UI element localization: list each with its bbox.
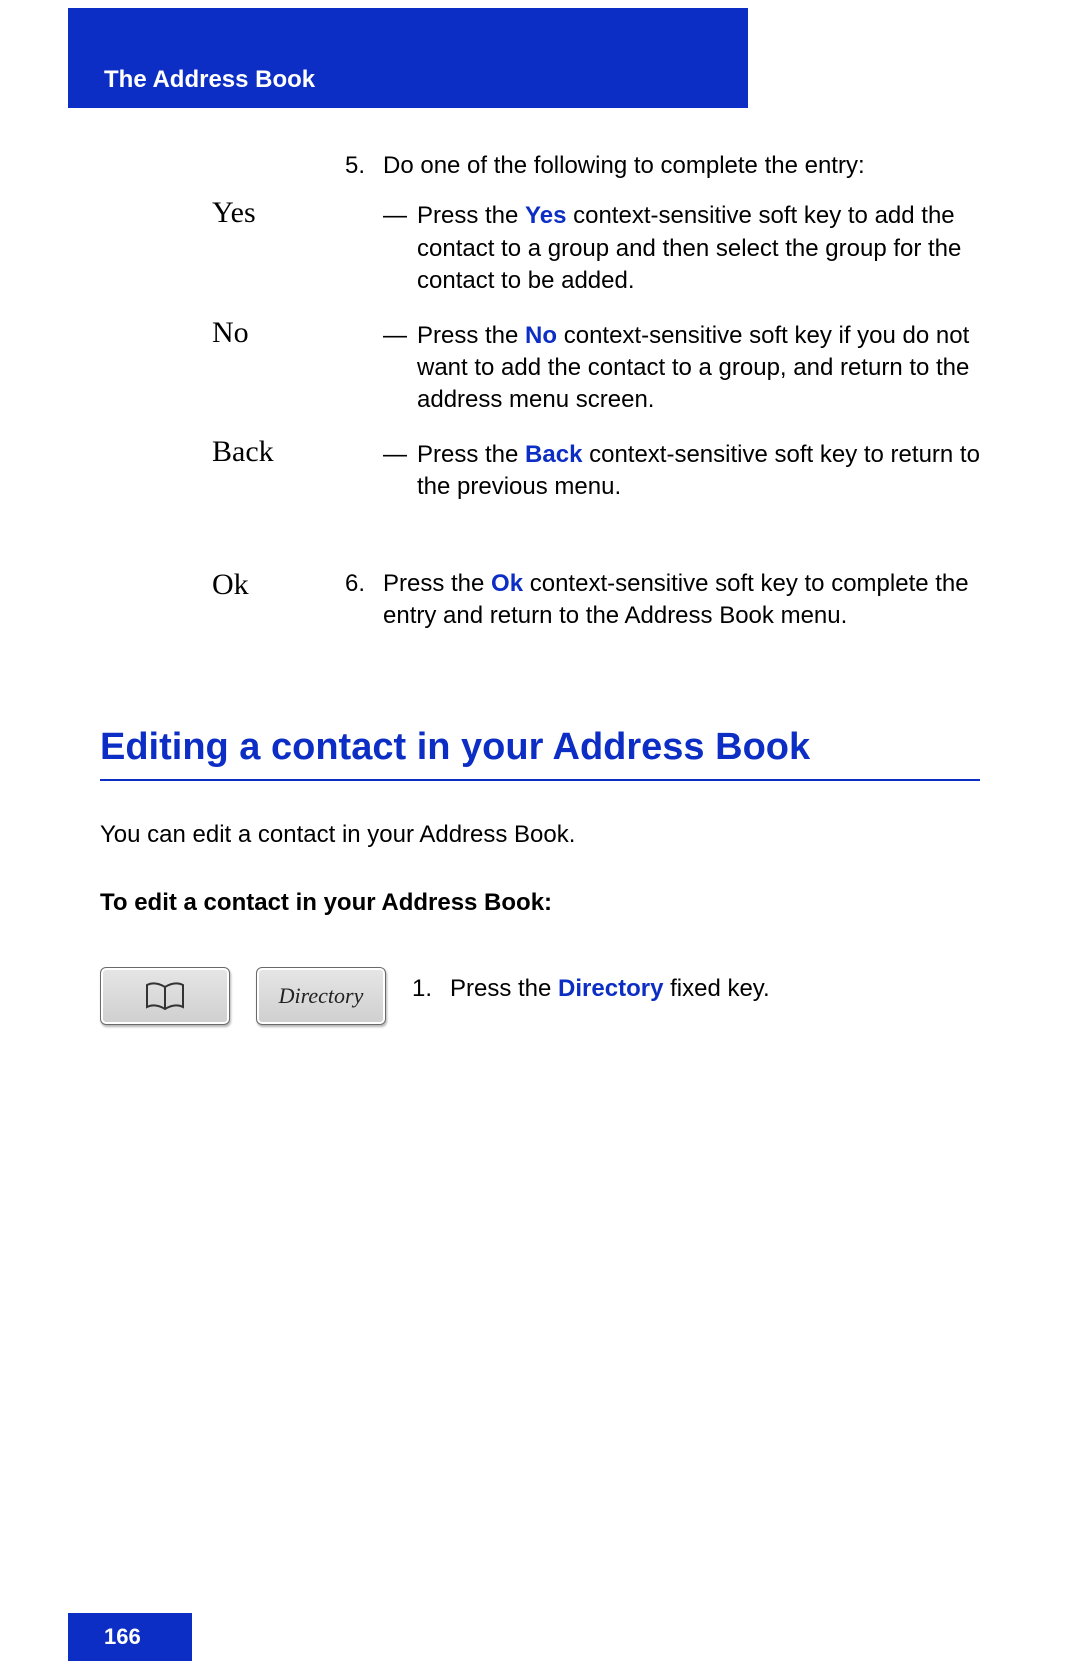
footer-page-number-band: 166: [68, 1613, 192, 1661]
section-heading-editing-contact: Editing a contact in your Address Book: [100, 726, 980, 781]
option-no-text: Press the No context-sensitive soft key …: [417, 320, 980, 417]
section-intro: You can edit a contact in your Address B…: [100, 821, 980, 849]
procedure-title: To edit a contact in your Address Book:: [100, 889, 980, 917]
key-back: Back: [525, 441, 582, 468]
softkey-no: No: [100, 316, 345, 350]
step-6-row: Ok 6. Press the Ok context-sensitive sof…: [100, 568, 980, 647]
step-5-intro-text: Do one of the following to complete the …: [383, 150, 980, 182]
option-yes-text: Press the Yes context-sensitive soft key…: [417, 200, 980, 297]
key-no: No: [525, 322, 557, 349]
directory-key-button: Directory: [256, 967, 386, 1025]
softkey-ok: Ok: [100, 568, 345, 602]
step-5-option-yes: Yes — Press the Yes context-sensitive so…: [100, 196, 980, 315]
step-number: 5.: [345, 150, 383, 182]
header-title: The Address Book: [104, 66, 748, 94]
key-directory: Directory: [558, 975, 663, 1002]
em-dash: —: [383, 320, 417, 417]
em-dash: —: [383, 200, 417, 297]
softkey-yes: Yes: [100, 196, 345, 230]
key-yes: Yes: [525, 202, 566, 229]
key-ok: Ok: [491, 570, 523, 597]
step-1-text: Press the Directory fixed key.: [450, 973, 980, 1005]
step-5-option-no: No — Press the No context-sensitive soft…: [100, 316, 980, 435]
step-6-text: Press the Ok context-sensitive soft key …: [383, 568, 980, 633]
step-5-option-back: Back — Press the Back context-sensitive …: [100, 435, 980, 522]
header-band: The Address Book: [68, 8, 748, 108]
step-1: 1. Press the Directory fixed key.: [412, 973, 980, 1005]
directory-key-label: Directory: [279, 983, 364, 1009]
open-book-icon: [145, 981, 185, 1011]
step-5-row: 5. Do one of the following to complete t…: [100, 150, 980, 196]
step-5-intro: 5. Do one of the following to complete t…: [345, 150, 980, 182]
manual-page: The Address Book 5. Do one of the follow…: [0, 0, 1080, 1669]
option-back-text: Press the Back context-sensitive soft ke…: [417, 439, 980, 504]
step-6: 6. Press the Ok context-sensitive soft k…: [345, 568, 980, 633]
step-1-row: Directory 1. Press the Directory fixed k…: [100, 967, 980, 1025]
directory-key-icon: [100, 967, 230, 1025]
softkey-back: Back: [100, 435, 345, 469]
page-content: 5. Do one of the following to complete t…: [100, 150, 980, 1025]
step-number: 6.: [345, 568, 383, 633]
em-dash: —: [383, 439, 417, 504]
step-number: 1.: [412, 973, 450, 1005]
page-number: 166: [104, 1624, 141, 1650]
